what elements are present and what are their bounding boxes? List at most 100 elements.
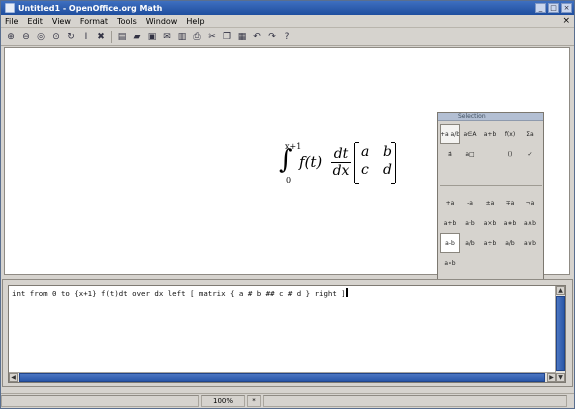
title-bar[interactable]: Untitled1 - OpenOffice.org Math _ □ ×	[1, 1, 574, 15]
fraction-numerator: dt	[331, 146, 351, 163]
close-button[interactable]: ×	[561, 3, 572, 13]
operator-not-a[interactable]: ¬a	[520, 193, 540, 213]
formula-cursor-icon[interactable]: I	[80, 31, 92, 43]
command-text[interactable]: int from 0 to {x+1} f(t)dt over dx left …	[12, 288, 348, 298]
matrix-cell-a: a	[361, 144, 370, 160]
application-window: Untitled1 - OpenOffice.org Math _ □ × Fi…	[0, 0, 575, 409]
matrix-cell-b: b	[383, 144, 392, 160]
operator-a-plus-b[interactable]: a+b	[440, 213, 460, 233]
menu-view[interactable]: View	[52, 17, 71, 26]
refresh-icon[interactable]: ↻	[65, 31, 77, 43]
undo-icon[interactable]: ↶	[251, 31, 263, 43]
commands-window: int from 0 to {x+1} f(t)dt over dx left …	[2, 279, 573, 387]
category-empty	[480, 144, 500, 164]
selection-operators: +a -a ±a ∓a ¬a a+b a·b a×b a∗b a∧b a-b a…	[440, 193, 544, 293]
menu-bar: File Edit View Format Tools Window Help …	[1, 15, 574, 28]
save-icon[interactable]: ▣	[146, 31, 158, 43]
operator-a-circ-b[interactable]: a∘b	[440, 253, 460, 273]
toolbar-separator	[111, 31, 112, 43]
scroll-right-icon[interactable]: ▶	[547, 373, 556, 382]
text-cursor	[345, 288, 348, 297]
category-attributes[interactable]: a⃗	[440, 144, 460, 164]
print-icon[interactable]: ⎙	[191, 31, 203, 43]
category-formats[interactable]: ✓	[520, 144, 540, 164]
matrix-brackets: a b c d	[354, 142, 396, 184]
paste-icon[interactable]: ▦	[236, 31, 248, 43]
menu-tools[interactable]: Tools	[117, 17, 137, 26]
category-others[interactable]: a□	[460, 144, 480, 164]
show-all-icon[interactable]: ⊙	[50, 31, 62, 43]
operator-plus-a[interactable]: +a	[440, 193, 460, 213]
operator-empty	[480, 253, 500, 273]
maximize-button[interactable]: □	[548, 3, 559, 13]
menu-format[interactable]: Format	[80, 17, 108, 26]
matrix-cell-c: c	[361, 162, 369, 178]
category-set-operations[interactable]: a+b	[480, 124, 500, 144]
operator-a-div-b[interactable]: a÷b	[480, 233, 500, 253]
scroll-up-icon[interactable]: ▲	[556, 286, 565, 295]
horizontal-scrollbar[interactable]: ◀ ▶	[9, 372, 556, 382]
command-text-value: int from 0 to {x+1} f(t)dt over dx left …	[12, 289, 346, 298]
operator-a-minus-b[interactable]: a-b	[440, 233, 460, 253]
scroll-down-icon[interactable]: ▼	[556, 373, 565, 382]
formula-view[interactable]: x+1 ∫ 0 f(t) dt dx a b c d Selection +a …	[4, 47, 570, 302]
operator-a-or-b[interactable]: a∨b	[520, 233, 540, 253]
integral-lower-limit: 0	[286, 176, 292, 185]
copy-icon[interactable]: ❐	[221, 31, 233, 43]
horizontal-scroll-thumb[interactable]	[19, 373, 545, 382]
status-zoom[interactable]: 100%	[201, 395, 245, 407]
integrand-function: f(t)	[299, 153, 323, 171]
category-relations[interactable]: a∈A	[460, 124, 480, 144]
scroll-left-icon[interactable]: ◀	[9, 373, 18, 382]
toolbar: ⊕ ⊖ ◎ ⊙ ↻ I ✖ ▤ ▰ ▣ ✉ ▥ ⎙ ✂ ❐ ▦ ↶ ↷ ?	[1, 29, 574, 46]
status-bar: 100% *	[1, 393, 574, 408]
command-editor[interactable]: int from 0 to {x+1} f(t)dt over dx left …	[8, 285, 566, 383]
redo-icon[interactable]: ↷	[266, 31, 278, 43]
selection-panel-title[interactable]: Selection	[438, 113, 543, 121]
rendered-formula: x+1 ∫ 0 f(t) dt dx a b c d	[273, 140, 403, 188]
help-icon[interactable]: ?	[281, 31, 293, 43]
operator-a-ast-b[interactable]: a∗b	[500, 213, 520, 233]
category-functions[interactable]: f(x)	[500, 124, 520, 144]
matrix-cell-d: d	[383, 162, 392, 178]
category-brackets[interactable]: ()	[500, 144, 520, 164]
integral-sign: ∫	[279, 145, 293, 175]
menu-window[interactable]: Window	[146, 17, 178, 26]
vertical-scrollbar[interactable]: ▲ ▼	[555, 286, 565, 382]
menu-file[interactable]: File	[5, 17, 18, 26]
selection-categories: +a a/b a∈A a+b f(x) Σa a⃗ a□ () ✓	[440, 124, 544, 180]
menu-help[interactable]: Help	[186, 17, 204, 26]
operator-plusminus-a[interactable]: ±a	[480, 193, 500, 213]
pdf-icon[interactable]: ▥	[176, 31, 188, 43]
open-icon[interactable]: ▰	[131, 31, 143, 43]
operator-a-slash-b[interactable]: a/b	[500, 233, 520, 253]
close-document-icon[interactable]: ×	[562, 16, 570, 26]
operator-a-over-b[interactable]: a/b	[460, 233, 480, 253]
symbols-icon[interactable]: ✖	[95, 31, 107, 43]
operator-a-and-b[interactable]: a∧b	[520, 213, 540, 233]
operator-a-cdot-b[interactable]: a·b	[460, 213, 480, 233]
fraction: dt dx	[331, 146, 351, 179]
email-icon[interactable]: ✉	[161, 31, 173, 43]
zoom-out-icon[interactable]: ⊖	[20, 31, 32, 43]
cut-icon[interactable]: ✂	[206, 31, 218, 43]
operator-empty	[500, 253, 520, 273]
zoom-in-icon[interactable]: ⊕	[5, 31, 17, 43]
operator-minusplus-a[interactable]: ∓a	[500, 193, 520, 213]
selection-divider	[440, 185, 542, 186]
menu-edit[interactable]: Edit	[27, 17, 43, 26]
category-unary-binary[interactable]: +a a/b	[440, 124, 460, 144]
fraction-denominator: dx	[332, 163, 350, 179]
app-icon	[5, 3, 15, 13]
operator-empty	[520, 253, 540, 273]
minimize-button[interactable]: _	[535, 3, 546, 13]
status-filler	[263, 395, 567, 407]
new-icon[interactable]: ▤	[116, 31, 128, 43]
zoom-100-icon[interactable]: ◎	[35, 31, 47, 43]
category-operators[interactable]: Σa	[520, 124, 540, 144]
status-message	[1, 395, 199, 407]
operator-a-times-b[interactable]: a×b	[480, 213, 500, 233]
operator-minus-a[interactable]: -a	[460, 193, 480, 213]
vertical-scroll-thumb[interactable]	[556, 296, 565, 371]
operator-empty	[460, 253, 480, 273]
